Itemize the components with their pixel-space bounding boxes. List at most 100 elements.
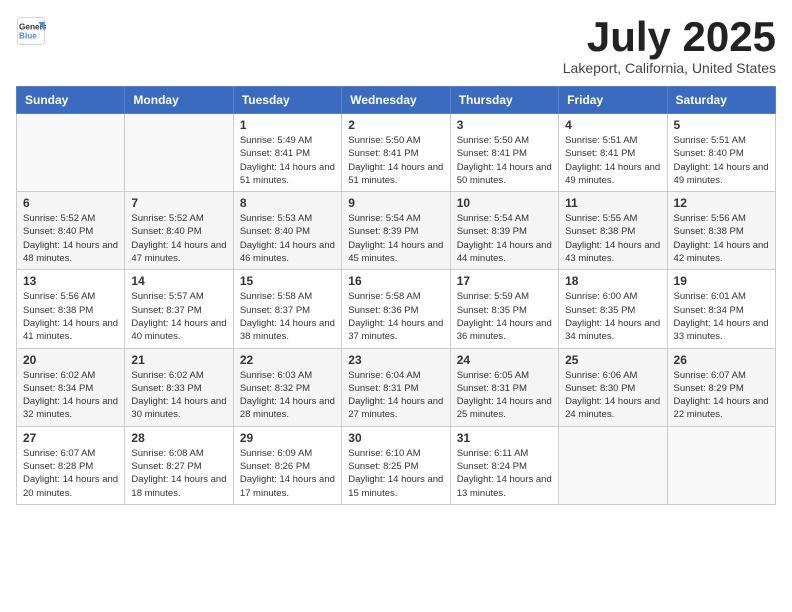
calendar-cell: 22 Sunrise: 6:03 AMSunset: 8:32 PMDayligh… [233, 348, 341, 426]
day-number: 30 [348, 431, 443, 445]
calendar-body: 1Sunrise: 5:49 AMSunset: 8:41 PMDaylight… [17, 114, 776, 505]
calendar-cell: 13 Sunrise: 5:56 AMSunset: 8:38 PMDayligh… [17, 270, 125, 348]
day-detail: Sunrise: 5:50 AMSunset: 8:41 PMDaylight:… [348, 134, 443, 187]
day-number: 6 [23, 196, 118, 210]
calendar-cell: 9 Sunrise: 5:54 AMSunset: 8:39 PMDaylight… [342, 192, 450, 270]
day-number: 22 [240, 353, 335, 367]
day-number: 26 [674, 353, 769, 367]
week-row-4: 20Sunrise: 6:02 AMSunset: 8:34 PMDayligh… [17, 348, 776, 426]
day-number: 2 [348, 118, 443, 132]
calendar-cell: 7 Sunrise: 5:52 AMSunset: 8:40 PMDaylight… [125, 192, 233, 270]
day-detail: Sunrise: 6:01 AMSunset: 8:34 PMDaylight:… [674, 290, 769, 343]
calendar-cell: 15 Sunrise: 5:58 AMSunset: 8:37 PMDayligh… [233, 270, 341, 348]
calendar-cell: 25 Sunrise: 6:06 AMSunset: 8:30 PMDayligh… [559, 348, 667, 426]
weekday-header-sunday: Sunday [17, 87, 125, 114]
weekday-header-thursday: Thursday [450, 87, 558, 114]
day-number: 25 [565, 353, 660, 367]
day-number: 1 [240, 118, 335, 132]
day-number: 8 [240, 196, 335, 210]
day-detail: Sunrise: 5:53 AMSunset: 8:40 PMDaylight:… [240, 212, 335, 265]
weekday-header-friday: Friday [559, 87, 667, 114]
logo-icon: General Blue [16, 16, 46, 46]
calendar-cell: 21 Sunrise: 6:02 AMSunset: 8:33 PMDayligh… [125, 348, 233, 426]
calendar-cell: 27Sunrise: 6:07 AMSunset: 8:28 PMDayligh… [17, 426, 125, 504]
logo: General Blue [16, 16, 46, 46]
day-detail: Sunrise: 5:55 AMSunset: 8:38 PMDaylight:… [565, 212, 660, 265]
calendar-cell [559, 426, 667, 504]
calendar-cell: 20Sunrise: 6:02 AMSunset: 8:34 PMDayligh… [17, 348, 125, 426]
day-number: 11 [565, 196, 660, 210]
calendar-cell [125, 114, 233, 192]
day-number: 28 [131, 431, 226, 445]
day-detail: Sunrise: 6:07 AMSunset: 8:29 PMDaylight:… [674, 369, 769, 422]
calendar-cell: 24Sunrise: 6:05 AMSunset: 8:31 PMDayligh… [450, 348, 558, 426]
calendar-cell: 11 Sunrise: 5:55 AMSunset: 8:38 PMDayligh… [559, 192, 667, 270]
day-detail: Sunrise: 5:50 AMSunset: 8:41 PMDaylight:… [457, 134, 552, 187]
calendar-cell [667, 426, 775, 504]
day-detail: Sunrise: 6:09 AMSunset: 8:26 PMDaylight:… [240, 447, 335, 500]
day-number: 9 [348, 196, 443, 210]
day-detail: Sunrise: 5:58 AMSunset: 8:37 PMDaylight:… [240, 290, 335, 343]
calendar-cell: 6 Sunrise: 5:52 AMSunset: 8:40 PMDaylight… [17, 192, 125, 270]
day-detail: Sunrise: 5:56 AMSunset: 8:38 PMDaylight:… [23, 290, 118, 343]
day-detail: Sunrise: 5:58 AMSunset: 8:36 PMDaylight:… [348, 290, 443, 343]
day-number: 15 [240, 274, 335, 288]
day-number: 12 [674, 196, 769, 210]
calendar-cell: 12 Sunrise: 5:56 AMSunset: 8:38 PMDayligh… [667, 192, 775, 270]
day-detail: Sunrise: 5:59 AMSunset: 8:35 PMDaylight:… [457, 290, 552, 343]
calendar-cell [17, 114, 125, 192]
title-block: July 2025 Lakeport, California, United S… [563, 16, 776, 76]
day-detail: Sunrise: 5:57 AMSunset: 8:37 PMDaylight:… [131, 290, 226, 343]
day-detail: Sunrise: 6:10 AMSunset: 8:25 PMDaylight:… [348, 447, 443, 500]
day-number: 21 [131, 353, 226, 367]
calendar-cell: 19 Sunrise: 6:01 AMSunset: 8:34 PMDayligh… [667, 270, 775, 348]
day-number: 10 [457, 196, 552, 210]
day-number: 14 [131, 274, 226, 288]
calendar-cell: 1Sunrise: 5:49 AMSunset: 8:41 PMDaylight… [233, 114, 341, 192]
day-number: 31 [457, 431, 552, 445]
day-number: 27 [23, 431, 118, 445]
day-number: 7 [131, 196, 226, 210]
day-number: 18 [565, 274, 660, 288]
week-row-1: 1Sunrise: 5:49 AMSunset: 8:41 PMDaylight… [17, 114, 776, 192]
day-number: 3 [457, 118, 552, 132]
weekday-header-row: SundayMondayTuesdayWednesdayThursdayFrid… [17, 87, 776, 114]
calendar-cell: 30 Sunrise: 6:10 AMSunset: 8:25 PMDayligh… [342, 426, 450, 504]
day-number: 4 [565, 118, 660, 132]
month-title: July 2025 [563, 16, 776, 58]
day-detail: Sunrise: 5:52 AMSunset: 8:40 PMDaylight:… [23, 212, 118, 265]
day-detail: Sunrise: 6:06 AMSunset: 8:30 PMDaylight:… [565, 369, 660, 422]
day-number: 13 [23, 274, 118, 288]
day-detail: Sunrise: 6:02 AMSunset: 8:33 PMDaylight:… [131, 369, 226, 422]
calendar-cell: 10Sunrise: 5:54 AMSunset: 8:39 PMDayligh… [450, 192, 558, 270]
weekday-header-monday: Monday [125, 87, 233, 114]
day-detail: Sunrise: 5:56 AMSunset: 8:38 PMDaylight:… [674, 212, 769, 265]
week-row-5: 27Sunrise: 6:07 AMSunset: 8:28 PMDayligh… [17, 426, 776, 504]
day-detail: Sunrise: 6:08 AMSunset: 8:27 PMDaylight:… [131, 447, 226, 500]
day-detail: Sunrise: 6:03 AMSunset: 8:32 PMDaylight:… [240, 369, 335, 422]
calendar-cell: 4 Sunrise: 5:51 AMSunset: 8:41 PMDaylight… [559, 114, 667, 192]
day-number: 5 [674, 118, 769, 132]
week-row-3: 13 Sunrise: 5:56 AMSunset: 8:38 PMDayligh… [17, 270, 776, 348]
day-detail: Sunrise: 5:54 AMSunset: 8:39 PMDaylight:… [348, 212, 443, 265]
calendar-cell: 23Sunrise: 6:04 AMSunset: 8:31 PMDayligh… [342, 348, 450, 426]
day-number: 20 [23, 353, 118, 367]
day-detail: Sunrise: 5:52 AMSunset: 8:40 PMDaylight:… [131, 212, 226, 265]
calendar-cell: 3 Sunrise: 5:50 AMSunset: 8:41 PMDaylight… [450, 114, 558, 192]
calendar-cell: 18Sunrise: 6:00 AMSunset: 8:35 PMDayligh… [559, 270, 667, 348]
weekday-header-wednesday: Wednesday [342, 87, 450, 114]
day-number: 17 [457, 274, 552, 288]
day-number: 19 [674, 274, 769, 288]
day-detail: Sunrise: 6:11 AMSunset: 8:24 PMDaylight:… [457, 447, 552, 500]
calendar-cell: 26 Sunrise: 6:07 AMSunset: 8:29 PMDayligh… [667, 348, 775, 426]
weekday-header-saturday: Saturday [667, 87, 775, 114]
calendar-cell: 2 Sunrise: 5:50 AMSunset: 8:41 PMDaylight… [342, 114, 450, 192]
page-header: General Blue July 2025 Lakeport, Califor… [16, 16, 776, 76]
day-detail: Sunrise: 6:04 AMSunset: 8:31 PMDaylight:… [348, 369, 443, 422]
day-detail: Sunrise: 6:05 AMSunset: 8:31 PMDaylight:… [457, 369, 552, 422]
day-detail: Sunrise: 5:51 AMSunset: 8:41 PMDaylight:… [565, 134, 660, 187]
calendar-table: SundayMondayTuesdayWednesdayThursdayFrid… [16, 86, 776, 505]
day-number: 16 [348, 274, 443, 288]
weekday-header-tuesday: Tuesday [233, 87, 341, 114]
day-number: 29 [240, 431, 335, 445]
